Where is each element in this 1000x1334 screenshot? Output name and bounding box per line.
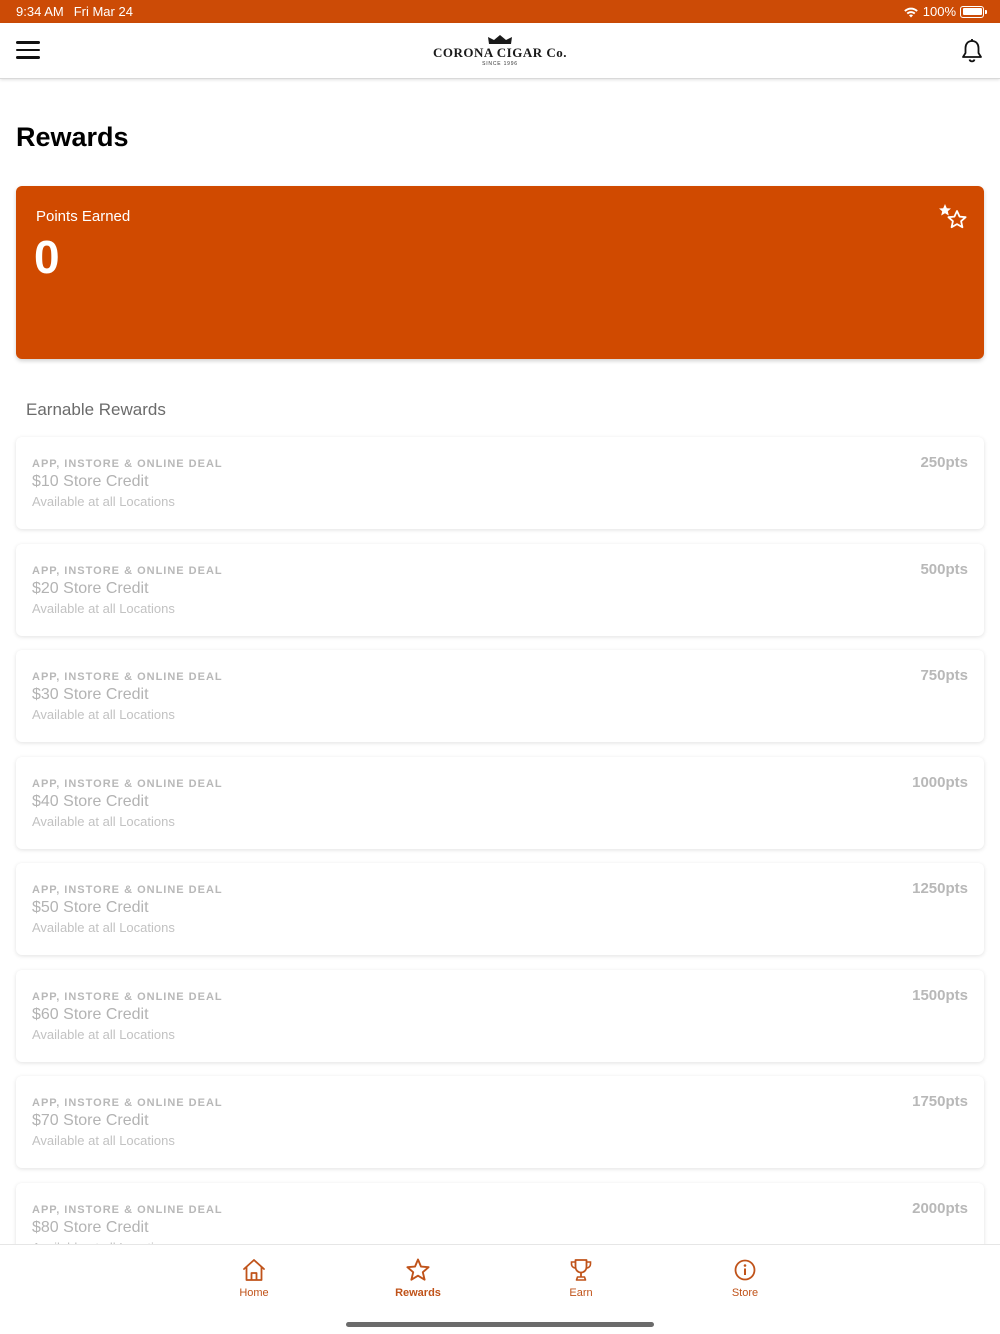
reward-location: Available at all Locations xyxy=(32,707,175,722)
reward-card[interactable]: APP, INSTORE & ONLINE DEAL $30 Store Cre… xyxy=(16,650,984,742)
tab-label: Earn xyxy=(569,1287,593,1299)
rewards-list: APP, INSTORE & ONLINE DEAL $10 Store Cre… xyxy=(16,437,984,1289)
reward-name: $10 Store Credit xyxy=(32,473,149,490)
tab-label: Store xyxy=(731,1287,759,1299)
page-title: Rewards xyxy=(16,122,129,152)
reward-tag: APP, INSTORE & ONLINE DEAL xyxy=(32,1203,223,1216)
reward-name: $70 Store Credit xyxy=(32,1112,149,1129)
reward-name: $20 Store Credit xyxy=(32,579,149,597)
logo-text: CORONA CIGAR Co. xyxy=(432,45,568,60)
reward-location: Available at all Locations xyxy=(32,1026,175,1042)
stars-icon xyxy=(939,204,967,229)
status-right: 100% xyxy=(903,4,987,19)
reward-card[interactable]: APP, INSTORE & ONLINE DEAL $70 Store Cre… xyxy=(16,1076,984,1168)
status-bar: 9:34 AM Fri Mar 24 100% xyxy=(0,0,1000,23)
reward-location: Available at all Locations xyxy=(32,494,175,509)
reward-card[interactable]: APP, INSTORE & ONLINE DEAL $10 Store Cre… xyxy=(16,437,984,529)
reward-points: 1000pts xyxy=(912,773,968,791)
reward-card[interactable]: APP, INSTORE & ONLINE DEAL $60 Store Cre… xyxy=(16,969,984,1062)
tab-label: Rewards xyxy=(395,1287,441,1299)
home-indicator[interactable] xyxy=(346,1322,654,1327)
reward-location: Available at all Locations xyxy=(32,1133,175,1148)
tab-rewards[interactable]: Rewards xyxy=(368,1257,468,1299)
info-icon xyxy=(734,1259,756,1281)
reward-points: 250pts xyxy=(920,454,968,471)
tab-bar: Home Rewards Earn Store xyxy=(0,1244,1000,1334)
reward-location: Available at all Locations xyxy=(32,920,175,935)
reward-tag: APP, INSTORE & ONLINE DEAL xyxy=(32,564,223,577)
brand-logo: CORONA CIGAR Co. SINCE 1996 xyxy=(433,34,567,67)
reward-tag: APP, INSTORE & ONLINE DEAL xyxy=(32,777,223,790)
reward-points: 1250pts xyxy=(912,880,968,897)
tab-label: Home xyxy=(239,1287,269,1299)
reward-points: 750pts xyxy=(920,667,968,684)
home-icon xyxy=(243,1259,265,1281)
reward-name: $50 Store Credit xyxy=(32,899,149,916)
trophy-icon xyxy=(570,1259,592,1281)
tab-store[interactable]: Store xyxy=(695,1257,795,1299)
battery-percent: 100% xyxy=(922,4,956,19)
tab-earn[interactable]: Earn xyxy=(531,1257,631,1299)
nav-bar: CORONA CIGAR Co. SINCE 1996 xyxy=(0,23,1000,79)
reward-name: $30 Store Credit xyxy=(32,686,149,703)
hamburger-menu-icon[interactable] xyxy=(16,41,40,61)
reward-points: 2000pts xyxy=(912,1199,968,1217)
bell-icon[interactable] xyxy=(960,38,984,64)
reward-tag: APP, INSTORE & ONLINE DEAL xyxy=(32,884,223,896)
reward-location: Available at all Locations xyxy=(32,813,175,829)
reward-points: 1500pts xyxy=(912,986,968,1004)
star-icon xyxy=(406,1258,430,1281)
points-label: Points Earned xyxy=(36,208,131,225)
reward-tag: APP, INSTORE & ONLINE DEAL xyxy=(32,990,223,1003)
section-title: Earnable Rewards xyxy=(26,400,166,419)
status-time: 9:34 AM xyxy=(16,4,64,19)
reward-name: $80 Store Credit xyxy=(32,1218,149,1236)
reward-tag: APP, INSTORE & ONLINE DEAL xyxy=(32,671,223,683)
wifi-icon xyxy=(903,7,918,17)
status-date: Fri Mar 24 xyxy=(73,4,133,19)
reward-tag: APP, INSTORE & ONLINE DEAL xyxy=(32,1097,223,1109)
reward-name: $60 Store Credit xyxy=(32,1005,149,1023)
reward-name: $40 Store Credit xyxy=(32,792,149,810)
points-card: Points Earned 0 xyxy=(16,186,984,359)
reward-tag: APP, INSTORE & ONLINE DEAL xyxy=(32,458,223,470)
reward-points: 500pts xyxy=(920,560,968,578)
points-value: 0 xyxy=(34,231,60,283)
tab-home[interactable]: Home xyxy=(204,1257,304,1299)
logo-since: SINCE 1996 xyxy=(482,61,518,67)
reward-location: Available at all Locations xyxy=(32,600,175,616)
reward-card[interactable]: APP, INSTORE & ONLINE DEAL $40 Store Cre… xyxy=(16,756,984,849)
reward-card[interactable]: APP, INSTORE & ONLINE DEAL $20 Store Cre… xyxy=(16,543,984,636)
reward-card[interactable]: APP, INSTORE & ONLINE DEAL $50 Store Cre… xyxy=(16,863,984,955)
reward-points: 1750pts xyxy=(912,1093,968,1110)
battery-icon xyxy=(960,5,987,18)
